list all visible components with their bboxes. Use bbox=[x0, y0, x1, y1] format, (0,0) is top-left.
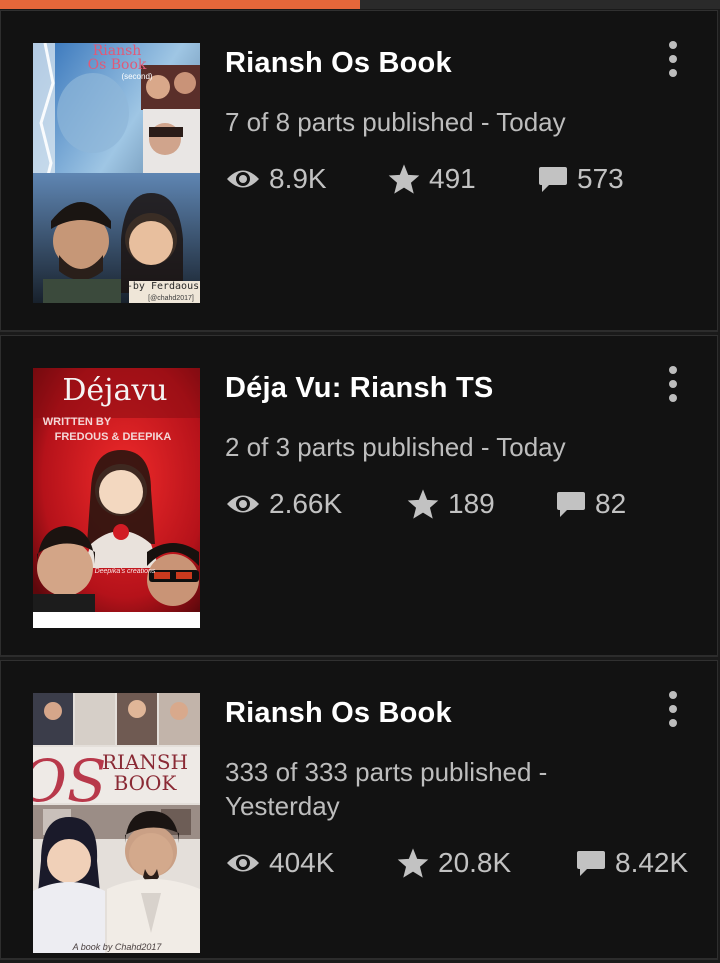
svg-text:OS: OS bbox=[33, 747, 107, 815]
votes-stat: 491 bbox=[387, 159, 476, 199]
svg-text:BOOK: BOOK bbox=[114, 771, 178, 795]
comment-icon bbox=[575, 848, 615, 878]
votes-count: 491 bbox=[429, 163, 476, 194]
more-options-button[interactable] bbox=[663, 691, 683, 727]
svg-text:[@chahd2017]: [@chahd2017] bbox=[148, 295, 194, 302]
eye-icon bbox=[225, 166, 269, 192]
star-icon bbox=[396, 847, 438, 879]
more-options-button[interactable] bbox=[663, 41, 683, 77]
more-dot bbox=[669, 69, 677, 77]
more-dot bbox=[669, 394, 677, 402]
svg-text:(second): (second) bbox=[121, 72, 152, 81]
comments-stat: 573 bbox=[537, 159, 624, 199]
comments-stat: 8.42K bbox=[575, 843, 688, 883]
reading-progress-bar bbox=[0, 0, 720, 10]
reading-progress-remaining bbox=[360, 0, 720, 9]
comments-stat: 82 bbox=[555, 484, 626, 524]
eye-icon bbox=[225, 491, 269, 517]
story-list: Riansh Os Book (second) -by Ferdaous [@c… bbox=[0, 10, 720, 963]
more-dot bbox=[669, 55, 677, 63]
svg-text:WRITTEN BY: WRITTEN BY bbox=[43, 416, 112, 428]
more-vertical-icon bbox=[669, 366, 677, 374]
reads-stat: 2.66K bbox=[225, 484, 342, 524]
story-cover[interactable]: Riansh Os Book (second) -by Ferdaous [@c… bbox=[33, 43, 200, 303]
svg-text:FREDOUS & DEEPIKA: FREDOUS & DEEPIKA bbox=[55, 431, 172, 443]
eye-icon bbox=[225, 850, 269, 876]
reads-count: 8.9K bbox=[269, 163, 327, 194]
story-title[interactable]: Riansh Os Book bbox=[225, 47, 452, 80]
votes-stat: 20.8K bbox=[396, 843, 511, 883]
story-title[interactable]: Déja Vu: Riansh TS bbox=[225, 372, 493, 405]
reads-count: 2.66K bbox=[269, 488, 343, 519]
comments-count: 8.42K bbox=[615, 847, 689, 878]
votes-count: 20.8K bbox=[438, 847, 512, 878]
parts-status: 333 of 333 parts published - Yesterday bbox=[225, 757, 548, 821]
svg-text:A book by Chahd2017: A book by Chahd2017 bbox=[72, 942, 163, 952]
story-cover[interactable]: OS RIANSH BOOK A book by Chahd2017 bbox=[33, 693, 200, 953]
star-icon bbox=[406, 488, 448, 520]
more-dot bbox=[669, 380, 677, 388]
svg-text:Deepika's creations: Deepika's creations bbox=[95, 568, 156, 575]
star-icon bbox=[387, 163, 429, 195]
story-stats: 8.9K 491 573 bbox=[225, 159, 715, 199]
comment-icon bbox=[537, 164, 577, 194]
svg-text:Déjavu: Déjavu bbox=[62, 373, 167, 408]
svg-text:Os Book: Os Book bbox=[88, 57, 147, 73]
story-card[interactable]: Riansh Os Book (second) -by Ferdaous [@c… bbox=[0, 10, 718, 332]
comments-count: 573 bbox=[577, 163, 624, 194]
reading-progress-fill bbox=[0, 0, 360, 9]
votes-stat: 189 bbox=[406, 484, 495, 524]
story-card[interactable]: OS RIANSH BOOK A book by Chahd2017 Rians… bbox=[0, 660, 718, 960]
reads-count: 404K bbox=[269, 847, 335, 878]
more-dot bbox=[669, 719, 677, 727]
more-vertical-icon bbox=[669, 41, 677, 49]
svg-text:-by Ferdaous: -by Ferdaous bbox=[127, 281, 199, 292]
more-vertical-icon bbox=[669, 691, 677, 699]
story-cover[interactable]: Déjavu WRITTEN BY FREDOUS & DEEPIKA Deep… bbox=[33, 368, 200, 628]
comment-icon bbox=[555, 489, 595, 519]
reads-stat: 8.9K bbox=[225, 159, 327, 199]
reads-stat: 404K bbox=[225, 843, 334, 883]
more-options-button[interactable] bbox=[663, 366, 683, 402]
story-stats: 404K 20.8K 8.42K bbox=[225, 843, 715, 883]
votes-count: 189 bbox=[448, 488, 495, 519]
parts-status: 2 of 3 parts published - Today bbox=[225, 432, 566, 462]
more-dot bbox=[669, 705, 677, 713]
parts-status: 7 of 8 parts published - Today bbox=[225, 107, 566, 137]
comments-count: 82 bbox=[595, 488, 627, 519]
story-card[interactable]: Déjavu WRITTEN BY FREDOUS & DEEPIKA Deep… bbox=[0, 335, 718, 657]
story-title[interactable]: Riansh Os Book bbox=[225, 697, 452, 730]
story-stats: 2.66K 189 82 bbox=[225, 484, 715, 524]
